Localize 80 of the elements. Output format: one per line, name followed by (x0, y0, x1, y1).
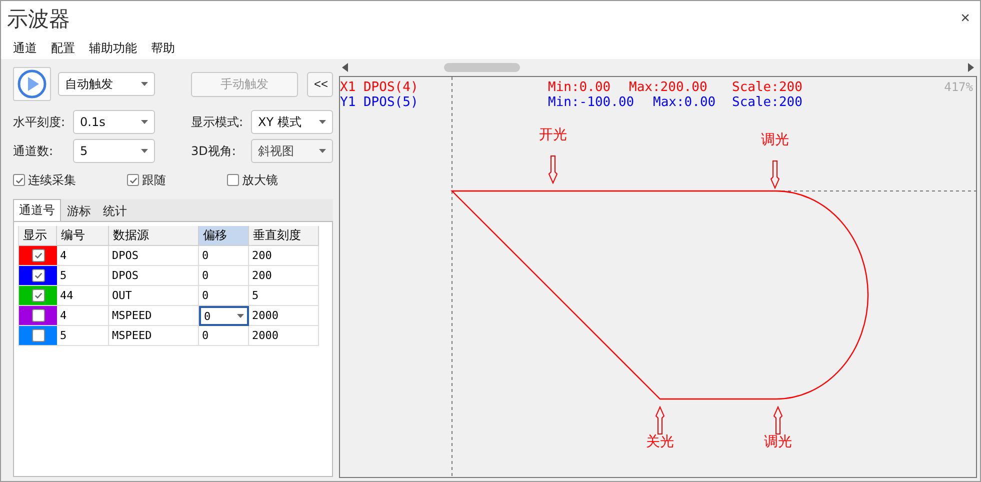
check-icon (128, 176, 138, 184)
column-header[interactable]: 显示 (19, 226, 57, 246)
scrollbar-thumb[interactable] (444, 63, 520, 72)
table-cell: 2000 (249, 306, 319, 326)
scroll-left-icon[interactable] (342, 63, 348, 72)
caret-icon (141, 149, 148, 153)
window-title: 示波器 (7, 6, 70, 33)
table-cell: 44 (57, 286, 109, 306)
checkbox[interactable]: 放大镜 (227, 172, 327, 188)
annotation-label: 关光 (646, 433, 674, 449)
trigger-mode-dropdown[interactable]: 自动触发 (58, 72, 155, 96)
table-cell: MSPEED (109, 326, 199, 346)
play-button[interactable] (13, 67, 51, 101)
column-header[interactable]: 垂直刻度 (249, 226, 319, 246)
table-cell: OUT (109, 286, 199, 306)
scroll-right-icon[interactable] (968, 63, 974, 72)
checkbox[interactable] (32, 249, 44, 262)
channel-label: Y1 DPOS(5) (340, 95, 418, 110)
table-cell: 200 (249, 246, 319, 266)
offset-dropdown[interactable]: 0 (199, 306, 249, 326)
table-cell: DPOS (109, 246, 199, 266)
checkbox[interactable] (32, 269, 44, 282)
field-label: 显示模式: (191, 114, 244, 130)
annotation-label: 开光 (539, 126, 567, 142)
caret-icon (141, 120, 148, 124)
table-cell: 0 (199, 246, 249, 266)
table-cell: DPOS (109, 266, 199, 286)
min-readout: Min:0.00 (548, 80, 611, 95)
caret-icon (319, 120, 326, 124)
tab[interactable]: 游标 (61, 201, 97, 221)
field-label: 通道数: (13, 142, 54, 160)
column-header[interactable]: 编号 (57, 226, 109, 246)
annotation-label: 调光 (764, 433, 792, 449)
close-button[interactable]: × (958, 10, 972, 28)
caret-icon (141, 82, 148, 86)
scale-readout: Scale:200 (732, 95, 802, 110)
column-header[interactable]: 数据源 (109, 226, 199, 246)
check-icon (34, 291, 42, 300)
field-label: 水平刻度: (13, 114, 66, 130)
menu-item[interactable]: 辅助功能 (89, 40, 137, 56)
tab[interactable]: 统计 (97, 201, 133, 221)
checkbox[interactable] (32, 289, 44, 302)
menu-item[interactable]: 通道 (13, 40, 37, 56)
table-cell: 5 (57, 326, 109, 346)
check-icon (34, 251, 42, 260)
table-cell: 200 (249, 266, 319, 286)
menu-item[interactable]: 帮助 (151, 40, 175, 56)
caret-icon (237, 314, 244, 318)
check-icon (34, 271, 42, 280)
collapse-button[interactable]: << (307, 72, 333, 96)
check-icon (14, 176, 24, 184)
column-header[interactable]: 偏移 (199, 226, 249, 246)
checkbox[interactable] (32, 309, 44, 322)
play-icon (17, 69, 47, 99)
tab[interactable]: 通道号 (13, 199, 61, 221)
table-cell: 0 (199, 266, 249, 286)
max-readout: Max:200.00 (629, 80, 708, 95)
dropdown-field[interactable]: 5 (73, 139, 155, 163)
table-cell: 4 (57, 246, 109, 266)
zoom-readout: 417% (944, 80, 973, 94)
table-cell: 5 (57, 266, 109, 286)
table-cell: 2000 (249, 326, 319, 346)
table-cell: 0 (199, 326, 249, 346)
field-label: 3D视角: (191, 142, 237, 160)
caret-icon (319, 149, 326, 153)
checkbox[interactable]: 跟随 (127, 172, 227, 188)
dropdown-field[interactable]: 0.1s (73, 110, 155, 134)
max-readout: Max:0.00 (653, 95, 716, 110)
checkbox[interactable]: 连续采集 (13, 172, 127, 188)
table-cell: MSPEED (109, 306, 199, 326)
table-cell: 5 (249, 286, 319, 306)
channel-label: X1 DPOS(4) (340, 80, 418, 95)
table-cell: 0 (199, 286, 249, 306)
table-cell: 4 (57, 306, 109, 326)
dropdown-field[interactable]: XY 模式 (251, 110, 333, 134)
min-readout: Min:-100.00 (548, 95, 634, 110)
menu-item[interactable]: 配置 (51, 40, 75, 56)
checkbox[interactable] (32, 329, 44, 342)
scale-readout: Scale:200 (732, 80, 802, 95)
annotation-label: 调光 (761, 131, 789, 147)
